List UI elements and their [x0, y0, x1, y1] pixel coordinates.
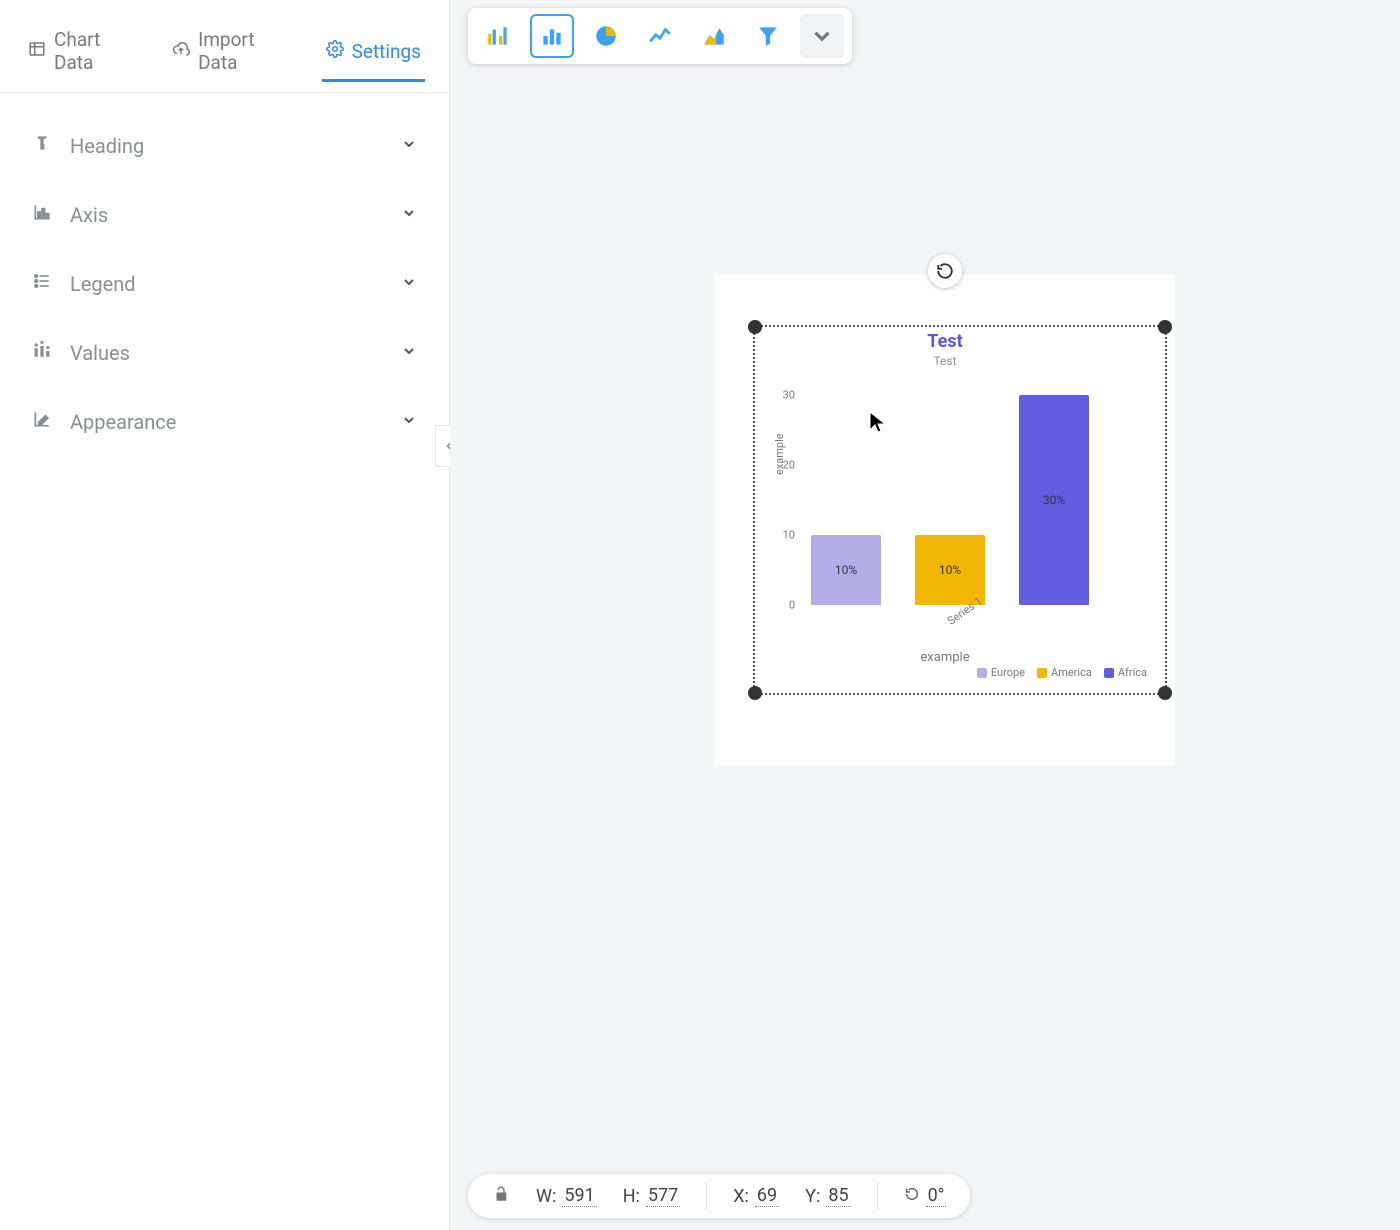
- settings-sections: t Heading Axis: [0, 93, 449, 474]
- x-readout[interactable]: X: 69: [733, 1185, 779, 1207]
- y-tick: 30: [783, 389, 795, 402]
- bar-africa: 30%: [1019, 395, 1089, 605]
- chart-type-pie[interactable]: [584, 14, 628, 58]
- legend-item-europe: Europe: [977, 666, 1025, 679]
- settings-sidebar: Chart Data Import Data Settings t: [0, 0, 450, 1230]
- chevron-down-icon: [401, 205, 417, 225]
- cloud-upload-icon: [172, 40, 190, 63]
- tab-import-data[interactable]: Import Data: [168, 16, 294, 92]
- legend-swatch: [1104, 668, 1114, 678]
- height-value: 577: [646, 1185, 680, 1207]
- sidebar-tabs: Chart Data Import Data Settings: [0, 0, 449, 93]
- width-readout[interactable]: W: 591: [536, 1185, 597, 1207]
- x-value: 69: [755, 1185, 779, 1207]
- bar-europe: 10%: [811, 535, 881, 605]
- chevron-down-icon: [401, 412, 417, 432]
- rotation-readout[interactable]: 0°: [904, 1185, 947, 1207]
- divider: [706, 1182, 707, 1210]
- chevron-down-icon: [401, 274, 417, 294]
- canvas-area[interactable]: Test Test example 10%10%30%Series 1 exam…: [450, 0, 1400, 1230]
- chevron-down-icon: [401, 136, 417, 156]
- y-tick: 10: [783, 529, 795, 542]
- rotate-handle[interactable]: [928, 254, 962, 288]
- lock-icon[interactable]: [492, 1185, 510, 1208]
- chart-type-funnel[interactable]: [746, 14, 790, 58]
- chart-legend: Europe America Africa: [977, 666, 1147, 679]
- legend-item-africa: Africa: [1104, 666, 1147, 679]
- gear-icon: [326, 40, 344, 63]
- y-label: Y:: [805, 1186, 820, 1207]
- height-label: H:: [623, 1186, 640, 1207]
- legend-label: Europe: [991, 666, 1025, 679]
- x-axis-label: example: [920, 650, 969, 665]
- table-icon: [28, 40, 46, 63]
- section-label: Axis: [70, 203, 108, 227]
- width-value: 591: [562, 1185, 596, 1207]
- legend-label: America: [1051, 666, 1092, 679]
- section-label: Values: [70, 341, 130, 365]
- tab-label: Import Data: [198, 28, 290, 74]
- section-label: Heading: [70, 134, 144, 158]
- svg-text:t: t: [43, 142, 46, 151]
- y-tick: 20: [783, 459, 795, 472]
- y-tick: 0: [789, 599, 795, 612]
- chart-type-toolbar: [468, 8, 852, 64]
- y-value: 85: [826, 1185, 850, 1207]
- section-values[interactable]: Values: [18, 318, 431, 387]
- appearance-pen-icon: [32, 409, 52, 434]
- legend-label: Africa: [1118, 666, 1147, 679]
- tab-settings[interactable]: Settings: [322, 28, 425, 81]
- status-bar: W: 591 H: 577 X: 69 Y: 85 0°: [468, 1174, 970, 1218]
- legend-item-america: America: [1037, 666, 1092, 679]
- chart-type-more-dropdown[interactable]: [800, 14, 844, 58]
- section-heading[interactable]: t Heading: [18, 111, 431, 180]
- legend-swatch: [1037, 668, 1047, 678]
- section-axis[interactable]: Axis: [18, 180, 431, 249]
- x-label: X:: [733, 1186, 749, 1207]
- section-label: Appearance: [70, 410, 176, 434]
- axis-bar-icon: [32, 202, 52, 227]
- chart-object[interactable]: Test Test example 10%10%30%Series 1 exam…: [715, 275, 1175, 765]
- bar-america: 10%: [915, 535, 985, 605]
- section-legend[interactable]: Legend: [18, 249, 431, 318]
- chart-type-grouped-bar[interactable]: [476, 14, 520, 58]
- values-bars-icon: [32, 340, 52, 365]
- tab-label: Settings: [352, 40, 421, 63]
- legend-swatch: [977, 668, 987, 678]
- chart-type-area[interactable]: [692, 14, 736, 58]
- height-readout[interactable]: H: 577: [623, 1185, 681, 1207]
- resize-handle-br[interactable]: [1158, 686, 1172, 700]
- section-label: Legend: [70, 272, 136, 296]
- legend-list-icon: [32, 271, 52, 296]
- rotate-icon: [904, 1186, 920, 1207]
- resize-handle-bl[interactable]: [748, 686, 762, 700]
- y-readout[interactable]: Y: 85: [805, 1185, 850, 1207]
- divider: [877, 1182, 878, 1210]
- section-appearance[interactable]: Appearance: [18, 387, 431, 456]
- width-label: W:: [536, 1186, 556, 1207]
- heading-text-icon: t: [32, 133, 52, 158]
- chart-plot-area: 10%10%30%Series 1: [791, 395, 1151, 605]
- chart-type-line[interactable]: [638, 14, 682, 58]
- tab-label: Chart Data: [54, 28, 136, 74]
- resize-handle-tl[interactable]: [748, 320, 762, 334]
- resize-handle-tr[interactable]: [1158, 320, 1172, 334]
- chevron-down-icon: [401, 343, 417, 363]
- chart-type-bar[interactable]: [530, 14, 574, 58]
- rotation-value: 0°: [926, 1185, 947, 1207]
- tab-chart-data[interactable]: Chart Data: [24, 16, 140, 92]
